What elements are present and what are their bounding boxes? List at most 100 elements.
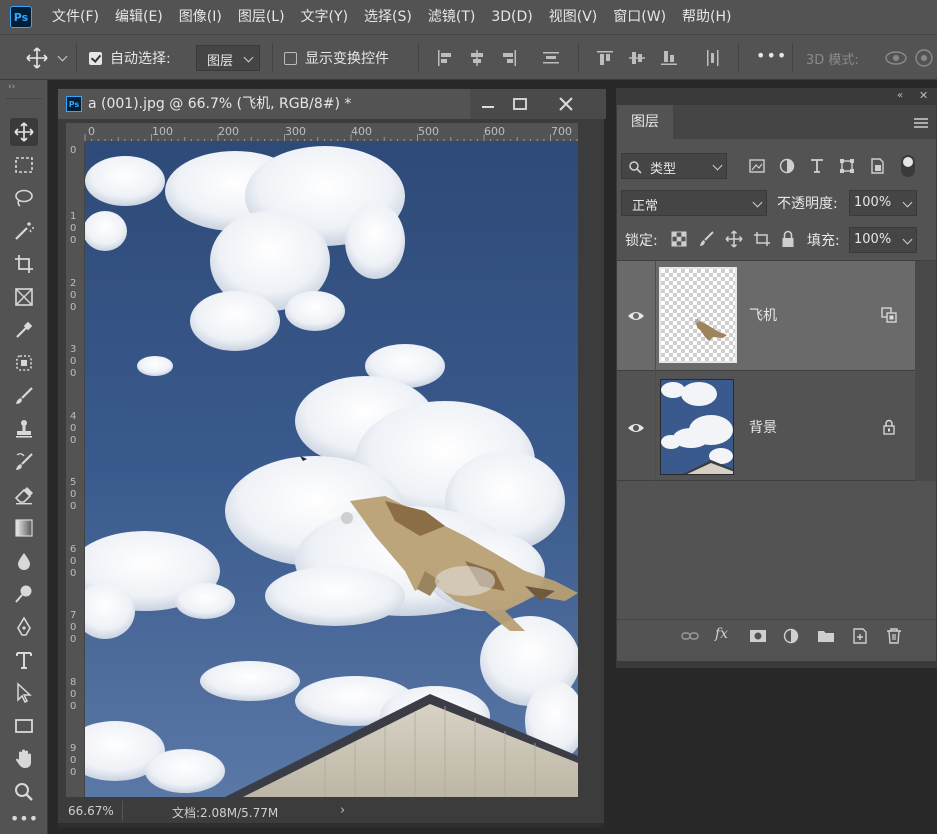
vruler-tick-400: 4 0 0 (70, 411, 77, 446)
blend-mode-dropdown[interactable]: 正常 (621, 190, 767, 216)
distribute-horizontal-icon[interactable] (704, 49, 722, 67)
status-chevron-icon[interactable]: › (340, 803, 345, 818)
delete-layer-icon[interactable] (885, 628, 903, 644)
filter-pixel-icon[interactable] (749, 159, 765, 173)
close-panel-icon[interactable]: ✕ (919, 89, 928, 102)
clone-stamp-tool-icon[interactable] (10, 415, 38, 443)
lock-pixels-icon[interactable] (699, 231, 715, 247)
align-top-icon[interactable] (596, 49, 614, 67)
filter-toggle[interactable] (901, 155, 915, 177)
filter-shape-icon[interactable] (839, 158, 855, 174)
edit-toolbar-icon[interactable]: ••• (10, 804, 38, 832)
pen-tool-icon[interactable] (10, 613, 38, 641)
rectangle-tool-icon[interactable] (10, 712, 38, 740)
eye-icon[interactable] (627, 419, 645, 437)
vruler-tick-600: 6 0 0 (70, 544, 77, 579)
zoom-level[interactable]: 66.67% (68, 804, 114, 818)
collapse-toolbar-icon[interactable]: ›› (8, 82, 15, 92)
brush-tool-icon[interactable] (10, 382, 38, 410)
lock-artboard-icon[interactable] (753, 231, 771, 247)
document-titlebar[interactable]: Ps a (001).jpg @ 66.7% (飞机, RGB/8#) * (58, 89, 606, 119)
menu-image[interactable]: 图像(I) (171, 0, 230, 34)
menu-file[interactable]: 文件(F) (44, 0, 107, 34)
eye-icon[interactable] (627, 307, 645, 325)
layer-name-airplane[interactable]: 飞机 (749, 305, 777, 325)
lasso-tool-icon[interactable] (10, 184, 38, 212)
auto-select-target-value: 图层 (207, 54, 234, 69)
layer-style-fx-icon[interactable]: fx (715, 626, 733, 642)
lock-position-icon[interactable] (725, 230, 743, 248)
image-canvas[interactable] (85, 141, 578, 797)
document-status-bar: 66.67% 文档:2.08M/5.77M › (58, 797, 604, 827)
align-bottom-icon[interactable] (660, 49, 678, 67)
lock-transparency-icon[interactable] (671, 231, 687, 247)
marquee-tool-icon[interactable] (10, 151, 38, 179)
dodge-tool-icon[interactable] (10, 580, 38, 608)
zoom-tool-icon[interactable] (10, 778, 38, 806)
minimize-icon[interactable] (476, 97, 500, 111)
maximize-icon[interactable] (508, 97, 532, 111)
menu-layer[interactable]: 图层(L) (230, 0, 293, 34)
new-group-icon[interactable] (817, 628, 835, 644)
menu-window[interactable]: 窗口(W) (605, 0, 674, 34)
filter-adjustment-icon[interactable] (779, 158, 795, 174)
menu-filter[interactable]: 滤镜(T) (420, 0, 483, 34)
align-right-icon[interactable] (500, 49, 518, 67)
opacity-input[interactable]: 100% (849, 190, 917, 216)
adjustment-layer-icon[interactable] (783, 628, 801, 644)
align-middle-icon[interactable] (628, 49, 646, 67)
blur-tool-icon[interactable] (10, 547, 38, 575)
hand-tool-icon[interactable] (10, 745, 38, 773)
path-selection-tool-icon[interactable] (10, 679, 38, 707)
distribute-vertical-icon[interactable] (542, 49, 560, 67)
search-icon (629, 161, 642, 174)
panel-menu-icon[interactable] (913, 117, 929, 129)
collapse-panel-icon[interactable]: « (897, 90, 903, 101)
more-options-button[interactable]: ••• (756, 46, 787, 65)
vruler-tick-0: 0 (70, 145, 77, 156)
eyedropper-tool-icon[interactable] (10, 316, 38, 344)
lock-all-icon[interactable] (781, 230, 795, 248)
panel-resize-handle[interactable] (616, 662, 937, 668)
menu-view[interactable]: 视图(V) (541, 0, 606, 34)
spot-healing-tool-icon[interactable] (10, 349, 38, 377)
3d-roll-icon[interactable] (914, 48, 934, 68)
tab-layers[interactable]: 图层 (617, 105, 673, 139)
auto-select-checkbox[interactable] (89, 52, 102, 65)
move-tool-icon[interactable] (10, 118, 38, 146)
menu-help[interactable]: 帮助(H) (674, 0, 739, 34)
align-center-icon[interactable] (468, 49, 486, 67)
chevron-down-icon (243, 52, 254, 63)
layer-name-background[interactable]: 背景 (749, 417, 777, 437)
frame-tool-icon[interactable] (10, 283, 38, 311)
menu-select[interactable]: 选择(S) (356, 0, 420, 34)
show-transform-checkbox[interactable] (284, 52, 297, 65)
align-left-icon[interactable] (436, 49, 454, 67)
auto-select-target-dropdown[interactable]: 图层 (196, 45, 260, 71)
magic-wand-tool-icon[interactable] (10, 217, 38, 245)
history-brush-tool-icon[interactable] (10, 448, 38, 476)
link-layers-icon[interactable] (681, 628, 699, 644)
crop-tool-icon[interactable] (10, 250, 38, 278)
gradient-tool-icon[interactable] (10, 514, 38, 542)
type-tool-icon[interactable] (10, 646, 38, 674)
filter-type-icon[interactable] (809, 158, 825, 174)
menu-edit[interactable]: 编辑(E) (107, 0, 171, 34)
add-mask-icon[interactable] (749, 628, 767, 644)
new-layer-icon[interactable] (851, 628, 869, 644)
close-icon[interactable] (554, 95, 578, 113)
fill-input[interactable]: 100% (849, 227, 917, 253)
menu-3d[interactable]: 3D(D) (483, 0, 540, 34)
filter-smart-object-icon[interactable] (869, 158, 885, 174)
layer-row-airplane[interactable]: 飞机 (617, 261, 915, 371)
preset-chevron-icon[interactable] (57, 51, 68, 62)
vertical-ruler: 0 1 0 0 2 0 0 3 0 0 4 0 0 5 0 0 6 0 0 7 … (66, 141, 85, 809)
lock-label: 锁定: (625, 233, 658, 249)
layers-scrollbar[interactable] (915, 261, 936, 481)
eraser-tool-icon[interactable] (10, 481, 38, 509)
layer-row-background[interactable]: 背景 (617, 371, 915, 481)
menu-type[interactable]: 文字(Y) (293, 0, 356, 34)
move-tool-preset-icon[interactable] (26, 47, 48, 69)
layer-filter-dropdown[interactable]: 类型 (621, 153, 727, 179)
3d-orbit-icon[interactable] (884, 48, 908, 68)
